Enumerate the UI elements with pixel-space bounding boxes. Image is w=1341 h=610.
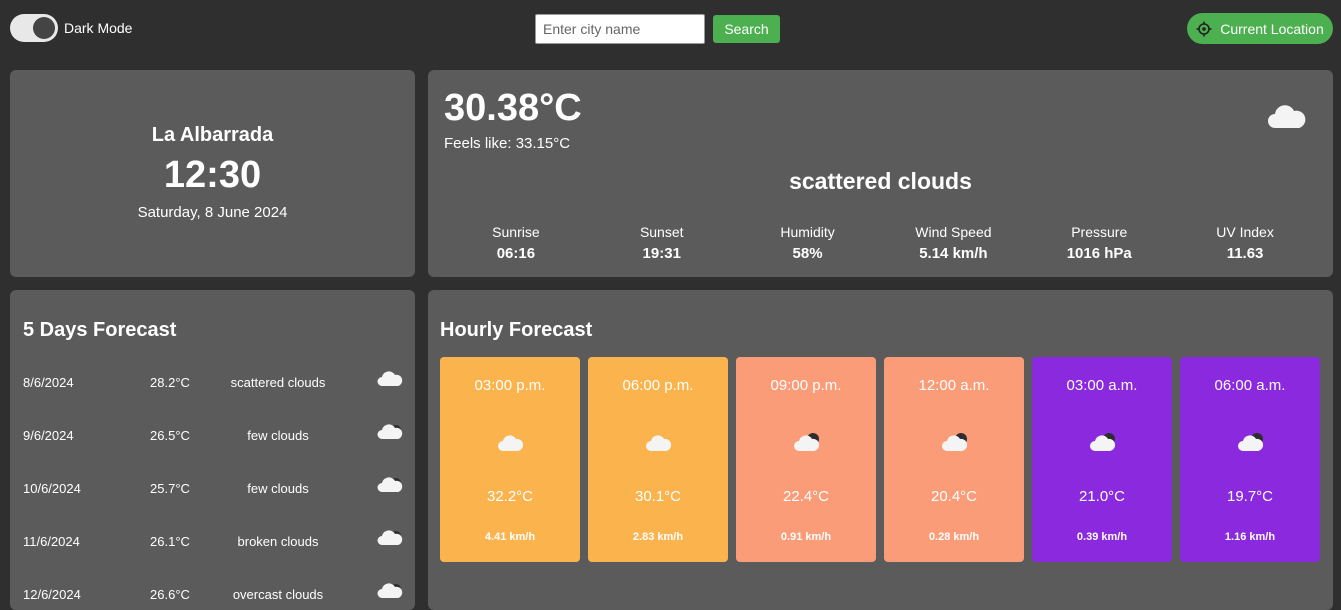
- forecast-desc: few clouds: [247, 428, 309, 443]
- hourly-temp: 30.1°C: [634, 488, 682, 505]
- cloud-icon: [377, 370, 403, 391]
- forecast-date: 8/6/2024: [23, 375, 74, 390]
- hourly-wind: 0.28 km/h: [928, 531, 980, 543]
- toggle-knob: [33, 17, 55, 39]
- cloud-moon-icon: [377, 582, 403, 603]
- stat-sunset: Sunset 19:31: [589, 224, 735, 262]
- stat-value: 19:31: [642, 245, 681, 262]
- stat-value: 58%: [792, 245, 823, 262]
- hourly-wind: 2.83 km/h: [632, 531, 684, 543]
- hourly-time: 03:00 p.m.: [474, 377, 546, 394]
- forecast-date: 10/6/2024: [23, 481, 81, 496]
- weather-description: scattered clouds: [789, 168, 972, 194]
- forecast-row: 8/6/2024 28.2°C scattered clouds: [23, 370, 403, 394]
- cloud-icon: [490, 427, 530, 460]
- feels-like: Feels like: 33.15°C: [444, 135, 571, 152]
- forecast-date: 12/6/2024: [23, 587, 81, 602]
- weather-stats: Sunrise 06:16 Sunset 19:31 Humidity 58% …: [443, 224, 1318, 262]
- stat-label: UV Index: [1216, 224, 1274, 240]
- hourly-wind: 4.41 km/h: [484, 531, 536, 543]
- dark-mode-toggle[interactable]: [10, 14, 58, 42]
- city-search-input[interactable]: [535, 14, 705, 44]
- forecast-desc: broken clouds: [237, 534, 319, 549]
- forecast-temp: 26.1°C: [150, 534, 190, 549]
- hourly-item: 09:00 p.m. 22.4°C 0.91 km/h: [736, 357, 876, 562]
- stat-uv-index: UV Index 11.63: [1172, 224, 1318, 262]
- hourly-time: 12:00 a.m.: [918, 377, 990, 394]
- dark-mode-label: Dark Mode: [64, 20, 133, 36]
- current-location-label: Current Location: [1220, 20, 1324, 37]
- forecast-temp: 26.6°C: [150, 587, 190, 602]
- city-time: 12:30: [163, 154, 262, 196]
- hourly-temp: 22.4°C: [782, 488, 830, 505]
- stat-value: 1016 hPa: [1066, 245, 1132, 262]
- hourly-wind: 0.91 km/h: [780, 531, 832, 543]
- current-weather-card: 30.38°C Feels like: 33.15°C scattered cl…: [428, 70, 1333, 277]
- cloud-moon-icon: [1230, 427, 1270, 460]
- stat-sunrise: Sunrise 06:16: [443, 224, 589, 262]
- city-name: La Albarrada: [151, 124, 274, 146]
- hourly-item: 06:00 p.m. 30.1°C 2.83 km/h: [588, 357, 728, 562]
- stat-label: Sunset: [639, 224, 684, 240]
- city-card: La Albarrada 12:30 Saturday, 8 June 2024: [10, 70, 415, 277]
- hourly-time: 03:00 a.m.: [1066, 377, 1138, 394]
- current-location-button[interactable]: Current Location: [1187, 13, 1333, 44]
- stat-label: Wind Speed: [915, 224, 992, 240]
- hourly-time: 06:00 p.m.: [622, 377, 694, 394]
- cloud-moon-icon: [786, 427, 826, 460]
- forecast-desc: overcast clouds: [232, 587, 324, 602]
- forecast-temp: 25.7°C: [150, 481, 190, 496]
- hourly-temp: 20.4°C: [930, 488, 978, 505]
- stat-value: 11.63: [1226, 245, 1264, 262]
- hourly-item: 03:00 p.m. 32.2°C 4.41 km/h: [440, 357, 580, 562]
- search-button[interactable]: Search: [713, 15, 780, 43]
- top-bar: Dark Mode Search Current Location: [0, 0, 1341, 58]
- hourly-item: 06:00 a.m. 19.7°C 1.16 km/h: [1180, 357, 1320, 562]
- stat-label: Pressure: [1071, 224, 1128, 240]
- hourly-wind: 0.39 km/h: [1076, 531, 1128, 543]
- forecast-desc: few clouds: [247, 481, 309, 496]
- cloud-moon-icon: [1082, 427, 1122, 460]
- five-day-forecast-card: 5 Days Forecast 8/6/2024 28.2°C scattere…: [10, 290, 415, 610]
- stat-wind-speed: Wind Speed 5.14 km/h: [880, 224, 1026, 262]
- hourly-item: 03:00 a.m. 21.0°C 0.39 km/h: [1032, 357, 1172, 562]
- current-temperature: 30.38°C: [444, 87, 582, 129]
- cloud-moon-icon: [377, 529, 403, 550]
- hourly-wind: 1.16 km/h: [1224, 531, 1276, 543]
- cloud-moon-icon: [377, 476, 403, 497]
- forecast-date: 9/6/2024: [23, 428, 74, 443]
- forecast-row: 12/6/2024 26.6°C overcast clouds: [23, 582, 403, 606]
- forecast-temp: 28.2°C: [150, 375, 190, 390]
- forecast-row: 10/6/2024 25.7°C few clouds: [23, 476, 403, 500]
- stat-label: Humidity: [780, 224, 835, 240]
- crosshair-icon: [1196, 21, 1212, 37]
- cloud-moon-icon: [934, 427, 974, 460]
- stat-value: 06:16: [496, 245, 536, 262]
- forecast-title: 5 Days Forecast: [23, 319, 177, 341]
- hourly-time: 09:00 p.m.: [770, 377, 842, 394]
- forecast-row: 11/6/2024 26.1°C broken clouds: [23, 529, 403, 553]
- stat-pressure: Pressure 1016 hPa: [1026, 224, 1172, 262]
- stat-value: 5.14 km/h: [919, 245, 988, 262]
- stat-label: Sunrise: [492, 224, 540, 240]
- city-date: Saturday, 8 June 2024: [137, 204, 288, 221]
- hourly-forecast-card: Hourly Forecast 03:00 p.m. 32.2°C 4.41 k…: [428, 290, 1333, 610]
- forecast-date: 11/6/2024: [23, 534, 80, 549]
- hourly-temp: 19.7°C: [1226, 488, 1274, 505]
- cloud-icon: [1267, 104, 1307, 135]
- forecast-desc: scattered clouds: [230, 375, 326, 390]
- hourly-temp: 32.2°C: [486, 488, 534, 505]
- forecast-row: 9/6/2024 26.5°C few clouds: [23, 423, 403, 447]
- hourly-item: 12:00 a.m. 20.4°C 0.28 km/h: [884, 357, 1024, 562]
- cloud-moon-icon: [377, 423, 403, 444]
- forecast-temp: 26.5°C: [150, 428, 190, 443]
- hourly-title: Hourly Forecast: [440, 319, 593, 341]
- hourly-temp: 21.0°C: [1078, 488, 1126, 505]
- cloud-icon: [638, 427, 678, 460]
- hourly-time: 06:00 a.m.: [1214, 377, 1286, 394]
- stat-humidity: Humidity 58%: [735, 224, 881, 262]
